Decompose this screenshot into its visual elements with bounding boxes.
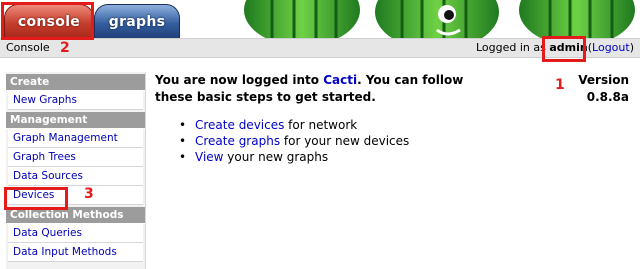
sidebar-menu: Create New Graphs Management Graph Manag… bbox=[6, 72, 146, 269]
sidebar-item-data-input-methods[interactable]: Data Input Methods bbox=[8, 243, 143, 262]
annotation-box-console bbox=[1, 2, 94, 40]
sidebar-item-graph-trees[interactable]: Graph Trees bbox=[8, 148, 143, 167]
welcome-message: You are now logged into Cacti. You can f… bbox=[155, 72, 495, 106]
cactus-logo-icon bbox=[244, 0, 635, 38]
version-label: Version bbox=[578, 73, 629, 87]
create-devices-link[interactable]: Create devices bbox=[195, 118, 284, 132]
cacti-link[interactable]: Cacti bbox=[323, 73, 357, 87]
annotation-box-devices bbox=[4, 187, 68, 210]
sidebar-header-create: Create bbox=[6, 74, 145, 91]
getting-started-steps: Create devices for network Create graphs… bbox=[175, 117, 635, 165]
intro-text-before: You are now logged into bbox=[155, 73, 324, 87]
sidebar-item-new-graphs[interactable]: New Graphs bbox=[8, 91, 143, 110]
top-banner: console graphs bbox=[0, 0, 640, 38]
tab-graphs[interactable]: graphs bbox=[94, 4, 180, 38]
logout-close-paren: ) bbox=[629, 41, 634, 54]
annotation-number-1: 1 bbox=[555, 77, 565, 93]
view-graphs-link[interactable]: View bbox=[195, 150, 223, 164]
annotation-box-admin bbox=[542, 36, 586, 62]
sidebar-item-graph-management[interactable]: Graph Management bbox=[8, 129, 143, 148]
annotation-number-2: 2 bbox=[60, 40, 70, 56]
sidebar-header-management: Management bbox=[6, 112, 145, 129]
sidebar-item-data-queries[interactable]: Data Queries bbox=[8, 224, 143, 243]
step-text: for network bbox=[284, 118, 358, 132]
step-text: for your new devices bbox=[280, 134, 410, 148]
logged-in-label: Logged in as bbox=[475, 41, 546, 54]
breadcrumb: Console bbox=[6, 41, 50, 54]
version-number: 0.8.8a bbox=[586, 90, 629, 104]
list-item: View your new graphs bbox=[175, 149, 635, 165]
sidebar-item-data-sources[interactable]: Data Sources bbox=[8, 167, 143, 186]
version-info: Version 0.8.8a bbox=[578, 72, 629, 106]
annotation-number-3: 3 bbox=[84, 186, 94, 202]
logout-link[interactable]: Logout bbox=[592, 41, 630, 54]
step-text: your new graphs bbox=[223, 150, 329, 164]
list-item: Create graphs for your new devices bbox=[175, 133, 635, 149]
create-graphs-link[interactable]: Create graphs bbox=[195, 134, 280, 148]
list-item: Create devices for network bbox=[175, 117, 635, 133]
